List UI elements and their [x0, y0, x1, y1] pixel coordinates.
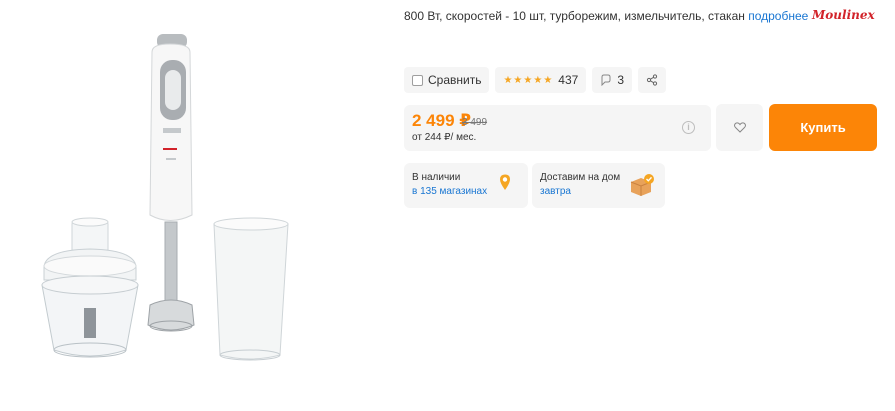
- stores-availability-card[interactable]: В наличии в 135 магазинах: [404, 163, 528, 208]
- delivery-title: Доставим на дом: [540, 172, 621, 183]
- delivery-link[interactable]: завтра: [540, 186, 571, 197]
- chopper-bowl-image: [41, 217, 139, 358]
- stores-title: В наличии: [412, 172, 461, 183]
- brand-logo-text: Moulinex: [811, 8, 875, 22]
- share-button[interactable]: [638, 67, 667, 93]
- product-image-gallery[interactable]: [0, 0, 395, 411]
- checkbox-icon[interactable]: [412, 74, 423, 86]
- buy-button[interactable]: Купить: [769, 104, 877, 151]
- specs-text: 800 Вт, скоростей - 10 шт, турборежим, и…: [404, 9, 745, 23]
- product-image: [41, 34, 289, 361]
- compare-button[interactable]: Сравнить: [404, 67, 490, 93]
- delivery-availability-card[interactable]: Доставим на дом завтра: [532, 163, 665, 208]
- blender-body-image: [147, 34, 195, 332]
- rating-button[interactable]: ★★★★★ 437: [495, 67, 587, 93]
- moulinex-logo-icon: Moulinex: [811, 8, 875, 22]
- star-icon: ★★★★★: [503, 74, 554, 86]
- credit-price: от 244 ₽/ мес.: [412, 132, 477, 143]
- info-icon[interactable]: i: [682, 121, 695, 134]
- stores-link[interactable]: в 135 магазинах: [412, 186, 487, 197]
- heart-icon: [733, 122, 746, 133]
- brand-logo[interactable]: Moulinex: [810, 6, 882, 29]
- old-price: 3 499: [462, 117, 488, 128]
- product-actions-row: Сравнить ★★★★★ 437 3: [404, 67, 667, 93]
- comments-count: 3: [617, 73, 625, 87]
- comments-button[interactable]: 3: [592, 67, 633, 93]
- comment-icon: [601, 74, 611, 86]
- delivery-box-icon: [630, 174, 654, 196]
- compare-label: Сравнить: [428, 73, 482, 87]
- more-details-link[interactable]: подробнее: [748, 9, 808, 23]
- wishlist-button[interactable]: [716, 104, 763, 151]
- map-pin-icon: [500, 174, 510, 190]
- product-specs: 800 Вт, скоростей - 10 шт, турборежим, и…: [404, 9, 808, 23]
- price-card: 2 499 ₽ 3 499 от 244 ₽/ мес. i: [404, 105, 711, 151]
- rating-count: 437: [558, 73, 579, 87]
- beaker-image: [213, 217, 289, 361]
- share-icon: [646, 74, 658, 86]
